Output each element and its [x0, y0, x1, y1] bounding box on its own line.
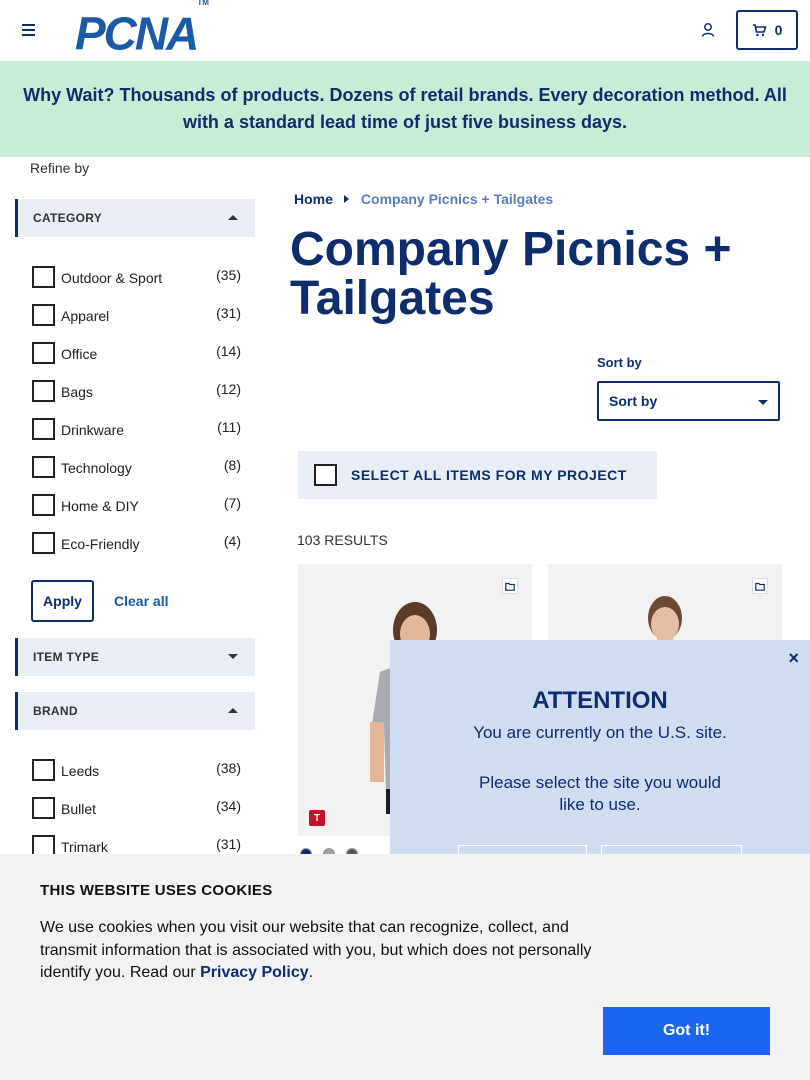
facet-item-count: (12)	[216, 381, 241, 397]
sort-select-value: Sort by	[609, 393, 658, 409]
facet-item-count: (34)	[216, 798, 241, 814]
facet-item-count: (31)	[216, 305, 241, 321]
promo-text: Why Wait? Thousands of products. Dozens …	[23, 85, 787, 132]
facet-item-count: (11)	[217, 419, 241, 435]
facet-item[interactable]: Apparel (31)	[31, 301, 243, 327]
facet-item-type-title: ITEM TYPE	[33, 650, 100, 664]
checkbox[interactable]	[32, 380, 55, 402]
breadcrumb-home[interactable]: Home	[294, 191, 333, 207]
chevron-up-icon	[228, 708, 238, 713]
got-it-button[interactable]: Got it!	[603, 1007, 770, 1055]
sort-label: Sort by	[597, 355, 642, 370]
cart-count: 0	[774, 22, 783, 38]
checkbox[interactable]	[32, 418, 55, 440]
facet-item-label: Home & DIY	[61, 498, 139, 514]
clear-all-link[interactable]: Clear all	[114, 593, 168, 609]
cookie-suffix: .	[308, 964, 314, 981]
sort-select[interactable]: Sort by	[597, 381, 780, 421]
chevron-up-icon	[228, 215, 238, 220]
facet-item-label: Outdoor & Sport	[61, 270, 163, 286]
cookie-body: We use cookies when you visit our websit…	[40, 919, 592, 981]
facet-item-label: Bullet	[61, 801, 97, 817]
logo-tm: TM	[197, 0, 209, 7]
checkbox[interactable]	[32, 304, 55, 326]
facet-item-type-header[interactable]: ITEM TYPE	[15, 638, 255, 676]
checkbox[interactable]	[314, 464, 337, 486]
add-to-project-icon[interactable]	[752, 578, 768, 594]
checkbox[interactable]	[32, 456, 55, 478]
pcna-logo[interactable]: PCNATM	[75, 0, 209, 60]
modal-message: You are currently on the U.S. site.	[473, 723, 727, 742]
facet-item[interactable]: Bullet (34)	[31, 794, 243, 820]
facet-item-label: Leeds	[61, 763, 100, 779]
select-all-button[interactable]: SELECT ALL ITEMS FOR MY PROJECT	[298, 451, 657, 499]
facet-item-count: (4)	[223, 533, 241, 549]
facet-category-title: CATEGORY	[33, 211, 103, 225]
apply-button[interactable]: Apply	[31, 580, 94, 622]
promo-banner: Why Wait? Thousands of products. Dozens …	[0, 61, 810, 157]
facet-item[interactable]: Home & DIY (7)	[31, 491, 243, 517]
cookie-title: THIS WEBSITE USES COOKIES	[40, 882, 273, 899]
facet-item-label: Office	[61, 346, 98, 362]
cart-icon	[752, 23, 767, 36]
facet-item-label: Trimark	[61, 839, 108, 855]
results-count: 103 RESULTS	[297, 532, 388, 548]
facet-item[interactable]: Eco-Friendly (4)	[31, 529, 243, 555]
facet-item[interactable]: Drinkware (11)	[31, 415, 243, 441]
facet-item-count: (35)	[216, 267, 241, 283]
facet-item-label: Drinkware	[61, 422, 125, 438]
facet-item-count: (7)	[223, 495, 241, 511]
chevron-down-icon	[758, 400, 768, 405]
privacy-policy-link[interactable]: Privacy Policy	[200, 964, 309, 981]
user-account-icon[interactable]	[700, 22, 716, 38]
facet-item-label: Apparel	[61, 308, 110, 324]
breadcrumb: Home Company Picnics + Tailgates	[294, 191, 553, 207]
facet-brand-title: BRAND	[33, 704, 78, 718]
checkbox[interactable]	[32, 759, 55, 781]
brand-badge: T	[309, 810, 325, 826]
facet-item[interactable]: Outdoor & Sport (35)	[31, 263, 243, 289]
page-title: Company Picnics + Tailgates	[290, 223, 732, 325]
menu-icon[interactable]	[22, 24, 35, 36]
facet-item-count: (8)	[223, 457, 241, 473]
select-all-label: SELECT ALL ITEMS FOR MY PROJECT	[351, 467, 627, 483]
checkbox[interactable]	[32, 266, 55, 288]
cart-button[interactable]: 0	[736, 10, 798, 50]
facet-item[interactable]: Technology (8)	[31, 453, 243, 479]
logo-text: PCNA	[75, 7, 199, 60]
facet-item[interactable]: Leeds (38)	[31, 756, 243, 782]
facet-category-header[interactable]: CATEGORY	[15, 199, 255, 237]
facet-item[interactable]: Office (14)	[31, 339, 243, 365]
facet-item-count: (38)	[216, 760, 241, 776]
add-to-project-icon[interactable]	[502, 578, 518, 594]
facet-item-label: Bags	[61, 384, 93, 400]
facet-item-count: (14)	[216, 343, 241, 359]
cookie-text: We use cookies when you visit our websit…	[40, 917, 610, 985]
refine-label: Refine by	[30, 160, 90, 176]
breadcrumb-current: Company Picnics + Tailgates	[360, 191, 554, 207]
modal-title: ATTENTION	[532, 687, 668, 714]
facet-item-count: (31)	[216, 836, 241, 852]
facet-brand-header[interactable]: BRAND	[15, 692, 255, 730]
modal-prompt: Please select the site you would like to…	[479, 773, 721, 814]
site-header: PCNATM 0	[0, 0, 810, 61]
checkbox[interactable]	[32, 494, 55, 516]
facet-item-label: Eco-Friendly	[61, 536, 140, 552]
checkbox[interactable]	[32, 342, 55, 364]
cookie-banner: THIS WEBSITE USES COOKIES We use cookies…	[0, 854, 810, 1080]
chevron-right-icon	[343, 195, 349, 203]
checkbox[interactable]	[32, 532, 55, 554]
site-selector-modal: × ATTENTION You are currently on the U.S…	[390, 640, 810, 857]
checkbox[interactable]	[32, 797, 55, 819]
facet-item[interactable]: Bags (12)	[31, 377, 243, 403]
chevron-down-icon	[228, 654, 238, 659]
facet-item-label: Technology	[61, 460, 132, 476]
close-icon[interactable]: ×	[788, 648, 799, 669]
